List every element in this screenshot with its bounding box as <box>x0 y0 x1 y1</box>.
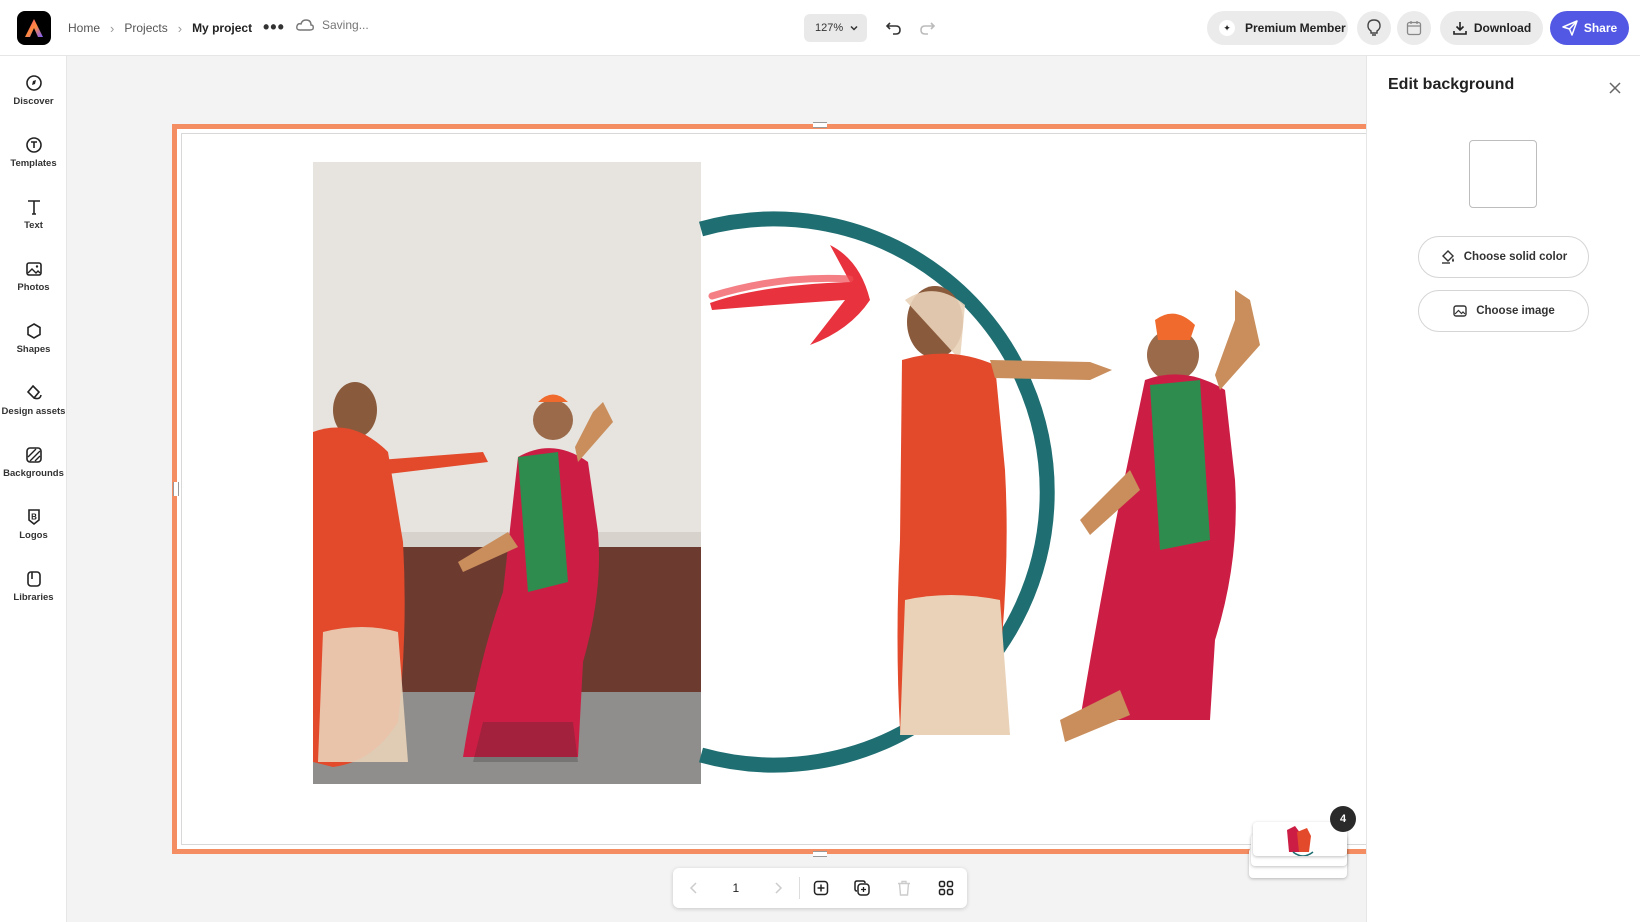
edit-background-panel: Edit background Choose solid color Choos… <box>1366 56 1640 922</box>
page-count-badge: 4 <box>1330 806 1356 832</box>
next-page-button[interactable] <box>757 868 799 908</box>
paint-bucket-icon <box>1441 250 1454 264</box>
duplicate-icon <box>854 880 871 896</box>
current-page-number: 1 <box>732 881 740 895</box>
page-stack-thumbnail[interactable] <box>1249 822 1349 880</box>
chevron-left-icon <box>689 882 697 894</box>
choose-solid-color-button[interactable]: Choose solid color <box>1418 236 1589 278</box>
image-icon <box>1453 305 1467 317</box>
add-page-button[interactable] <box>800 868 842 908</box>
choose-image-button[interactable]: Choose image <box>1418 290 1589 332</box>
choose-image-label: Choose image <box>1476 305 1555 317</box>
trash-icon <box>898 880 911 896</box>
page-navigator: 1 <box>673 868 967 908</box>
previous-page-button[interactable] <box>673 868 715 908</box>
grid-icon <box>938 880 954 896</box>
duplicate-page-button[interactable] <box>841 868 883 908</box>
close-icon <box>1609 82 1621 94</box>
chevron-right-icon <box>775 882 782 894</box>
red-arrow-brush[interactable] <box>708 245 870 345</box>
choose-solid-color-label: Choose solid color <box>1463 251 1568 263</box>
background-color-swatch[interactable] <box>1469 140 1537 208</box>
panel-title: Edit background <box>1388 76 1515 93</box>
close-panel-button[interactable] <box>1607 80 1623 96</box>
grid-view-button[interactable] <box>925 868 967 908</box>
delete-page-button[interactable] <box>883 868 925 908</box>
add-page-icon <box>813 880 828 896</box>
cutout-dancers[interactable] <box>897 286 1261 742</box>
